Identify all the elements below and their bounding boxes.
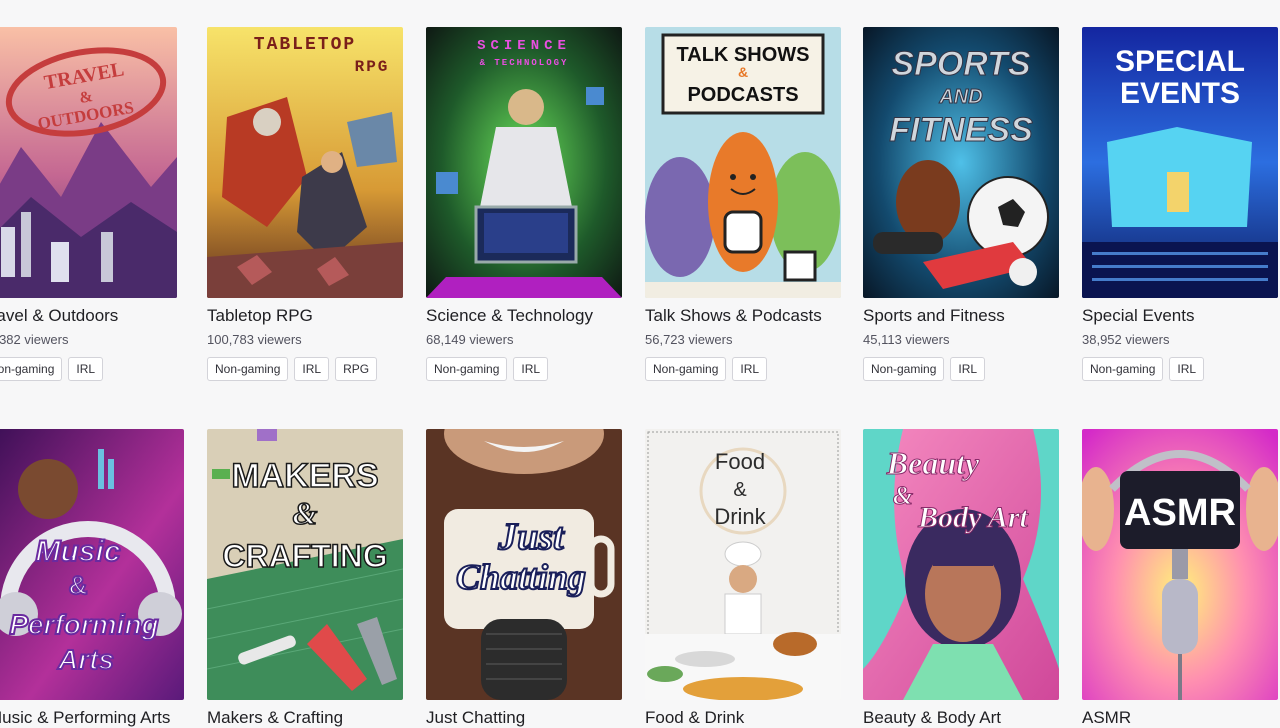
talkshows-art-line2: & [738,64,748,80]
tag-irl[interactable]: IRL [294,357,330,381]
sports-art-line3: FITNESS [889,111,1033,149]
sports-art-line1: SPORTS [891,45,1031,83]
category-title[interactable]: ASMR [1082,708,1280,728]
science-cover-art: SCIENCE & TECHNOLOGY [426,27,622,298]
cover-science[interactable]: SCIENCE & TECHNOLOGY [426,27,622,298]
tabletop-cover-art: TABLETOP RPG [207,27,403,298]
tag-irl[interactable]: IRL [513,357,549,381]
justchatting-art-line2: Chatting [456,557,586,597]
specialevents-art-line2: EVENTS [1120,77,1240,110]
food-art-line2: & [733,479,747,501]
food-cover-art: Food & Drink [645,429,841,700]
category-title[interactable]: Just Chatting [426,708,626,728]
tag-irl[interactable]: IRL [732,357,768,381]
travel-cover-art: TRAVEL & OUTDOORS [0,27,177,298]
tag-list: Non-gaming IRL [863,357,986,381]
beauty-art-line3: Body Art [917,501,1029,534]
category-title[interactable]: Beauty & Body Art [863,708,1063,728]
viewer-count: 45,113 viewers [863,332,950,347]
talkshows-art-line3: PODCASTS [687,84,798,106]
asmr-art-line1: ASMR [1124,492,1236,534]
viewer-count: 100,783 viewers [207,332,302,347]
music-art-line2: & [69,570,88,600]
tag-list: Non-gaming IRL [0,357,104,381]
music-art-line4: Arts [57,644,114,675]
makers-art-line3: CRAFTING [222,538,387,574]
specialevents-art-line1: SPECIAL [1115,45,1245,78]
tag-non-gaming[interactable]: Non-gaming [645,357,727,381]
tag-non-gaming[interactable]: Non-gaming [1082,357,1164,381]
tag-non-gaming[interactable]: Non-gaming [207,357,289,381]
tabletop-art-line1: TABLETOP [254,35,356,55]
cover-tabletop[interactable]: TABLETOP RPG [207,27,403,298]
viewer-count: 68,149 viewers [426,332,514,347]
music-cover-art: Music & Performing Arts [0,429,184,700]
tag-irl[interactable]: IRL [950,357,986,381]
category-title[interactable]: Music & Performing Arts [0,708,188,728]
tag-irl[interactable]: IRL [1169,357,1205,381]
category-title[interactable]: Food & Drink [645,708,845,728]
category-title[interactable]: Special Events [1082,306,1280,326]
cover-talkshows[interactable]: TALK SHOWS & PODCASTS [645,27,841,298]
cover-beauty[interactable]: Beauty & Body Art [863,429,1059,700]
talkshows-cover-art: TALK SHOWS & PODCASTS [645,27,841,298]
viewer-count: 38,952 viewers [1082,332,1170,347]
science-art-line2: & TECHNOLOGY [480,58,569,68]
tag-list: Non-gaming IRL [645,357,768,381]
tag-list: Non-gaming IRL [426,357,549,381]
makers-cover-art: MAKERS & CRAFTING [207,429,403,700]
tag-non-gaming[interactable]: Non-gaming [426,357,508,381]
viewer-count: 60,382 viewers [0,332,69,347]
category-title[interactable]: Science & Technology [426,306,626,326]
cover-music[interactable]: Music & Performing Arts [0,429,184,700]
cover-sports[interactable]: SPORTS AND FITNESS [863,27,1059,298]
cover-travel[interactable]: TRAVEL & OUTDOORS [0,27,177,298]
category-title[interactable]: Makers & Crafting [207,708,407,728]
music-art-line1: Music [35,535,120,568]
cover-food[interactable]: Food & Drink [645,429,841,700]
viewer-count: 56,723 viewers [645,332,733,347]
food-art-line3: Drink [714,504,766,529]
category-title[interactable]: Travel & Outdoors [0,306,181,326]
sports-art-line2: AND [938,86,982,108]
tabletop-art-line2: RPG [355,58,390,76]
tag-list: Non-gaming IRL RPG [207,357,378,381]
tag-list: Non-gaming IRL [1082,357,1205,381]
tag-non-gaming[interactable]: Non-gaming [0,357,63,381]
talkshows-art-line1: TALK SHOWS [677,44,810,66]
science-art-line1: SCIENCE [477,38,571,54]
makers-art-line2: & [293,495,318,531]
tag-non-gaming[interactable]: Non-gaming [863,357,945,381]
justchatting-art-line1: Just [497,516,565,558]
justchatting-cover-art: Just Chatting [426,429,622,700]
sports-cover-art: SPORTS AND FITNESS [863,27,1059,298]
tag-irl[interactable]: IRL [68,357,104,381]
beauty-art-line1: Beauty [886,445,980,481]
cover-asmr[interactable]: ASMR [1082,429,1278,700]
makers-art-line1: MAKERS [231,457,378,495]
asmr-cover-art: ASMR [1082,429,1278,700]
beauty-art-line2: & [893,481,913,510]
cover-makers[interactable]: MAKERS & CRAFTING [207,429,403,700]
food-art-line1: Food [715,449,765,474]
cover-justchatting[interactable]: Just Chatting [426,429,622,700]
beauty-cover-art: Beauty & Body Art [863,429,1059,700]
specialevents-cover-art: SPECIAL EVENTS [1082,27,1278,298]
cover-specialevents[interactable]: SPECIAL EVENTS [1082,27,1278,298]
category-title[interactable]: Talk Shows & Podcasts [645,306,845,326]
category-title[interactable]: Sports and Fitness [863,306,1063,326]
tag-rpg[interactable]: RPG [335,357,378,381]
music-art-line3: Performing [9,609,158,640]
category-title[interactable]: Tabletop RPG [207,306,407,326]
